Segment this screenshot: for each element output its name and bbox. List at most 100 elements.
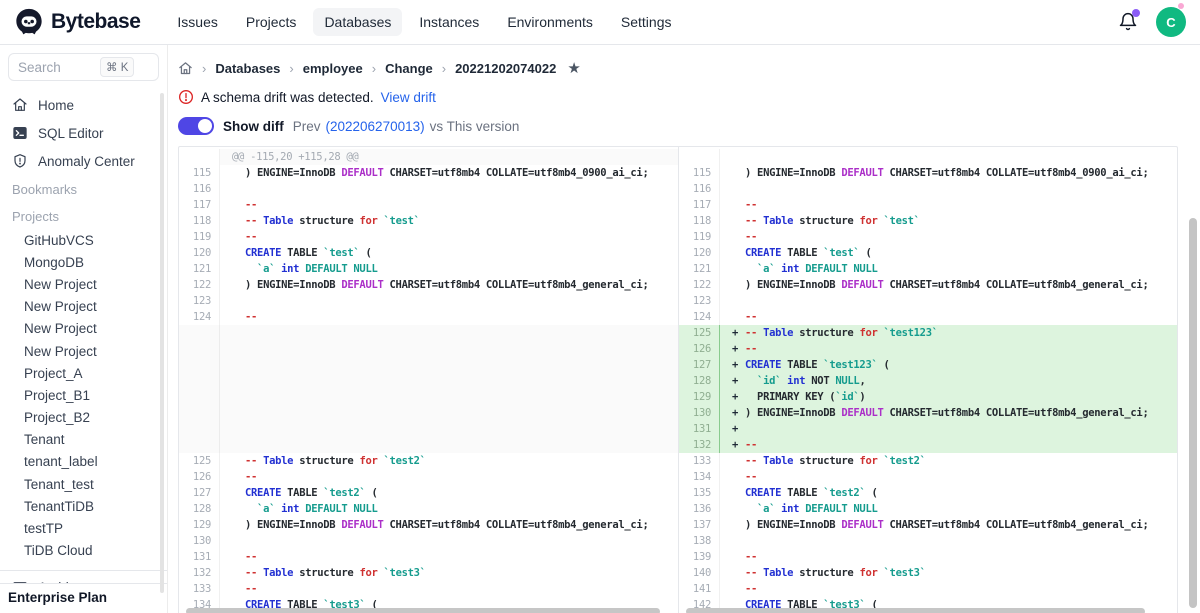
nav-item-environments[interactable]: Environments <box>496 8 604 36</box>
search-box[interactable]: ⌘ K <box>8 53 159 81</box>
project-item[interactable]: New Project <box>8 318 159 340</box>
project-item[interactable]: tenant_label <box>8 451 159 473</box>
sidebar-section-bookmarks: Bookmarks <box>8 177 159 202</box>
project-item[interactable]: TiDB Cloud <box>8 540 159 562</box>
breadcrumb-separator: › <box>202 61 206 76</box>
code-cell: -- <box>719 581 1177 597</box>
breadcrumb-item[interactable]: 20221202074022 <box>455 61 556 76</box>
line-number <box>179 325 219 341</box>
code-cell: ) ENGINE=InnoDB DEFAULT CHARSET=utf8mb4 … <box>719 517 1177 533</box>
line-number <box>179 405 219 421</box>
diff-marker: + <box>732 389 745 405</box>
line-number: 129 <box>179 517 219 533</box>
line-number: 139 <box>679 549 719 565</box>
right-horizontal-scrollbar[interactable] <box>686 608 1145 613</box>
home-icon[interactable] <box>178 61 193 76</box>
line-number: 118 <box>179 213 219 229</box>
diff-line: 130+) ENGINE=InnoDB DEFAULT CHARSET=utf8… <box>679 405 1177 421</box>
diff-marker <box>732 501 745 517</box>
code-cell: + `id` int NOT NULL, <box>719 373 1177 389</box>
sidebar-item-home[interactable]: Home <box>8 91 159 119</box>
line-number: 126 <box>679 341 719 357</box>
code-cell: +-- Table structure for `test123` <box>719 325 1177 341</box>
diff-line: 115 ) ENGINE=InnoDB DEFAULT CHARSET=utf8… <box>679 165 1177 181</box>
project-item[interactable]: Project_B1 <box>8 384 159 406</box>
nav-item-databases[interactable]: Databases <box>313 8 402 36</box>
search-input[interactable] <box>18 60 96 75</box>
project-item[interactable]: New Project <box>8 273 159 295</box>
diff-marker <box>732 581 745 597</box>
breadcrumb-item[interactable]: Databases <box>215 61 280 76</box>
diff-line: 141 -- <box>679 581 1177 597</box>
diff-line: 121 `a` int DEFAULT NULL <box>179 261 678 277</box>
project-item[interactable]: Tenant <box>8 429 159 451</box>
code-cell: +) ENGINE=InnoDB DEFAULT CHARSET=utf8mb4… <box>719 405 1177 421</box>
code-cell <box>219 405 678 421</box>
bytebase-logo-icon <box>14 7 44 37</box>
diff-line: 129+ PRIMARY KEY (`id`) <box>679 389 1177 405</box>
sidebar-item-anomaly-center[interactable]: Anomaly Center <box>8 147 159 175</box>
notification-bell-button[interactable] <box>1118 12 1138 32</box>
diff-line: 118 -- Table structure for `test` <box>179 213 678 229</box>
code-cell: `a` int DEFAULT NULL <box>219 501 678 517</box>
diff-right-column: 115 ) ENGINE=InnoDB DEFAULT CHARSET=utf8… <box>678 147 1177 613</box>
diff-line: 121 `a` int DEFAULT NULL <box>679 261 1177 277</box>
breadcrumb-separator: › <box>372 61 376 76</box>
show-diff-toggle[interactable] <box>178 117 214 135</box>
bytebase-logo[interactable]: Bytebase <box>14 7 140 37</box>
nav-item-issues[interactable]: Issues <box>166 8 228 36</box>
diff-marker <box>232 533 245 549</box>
nav-item-projects[interactable]: Projects <box>235 8 308 36</box>
line-number <box>179 149 219 165</box>
code-cell: -- Table structure for `test2` <box>719 453 1177 469</box>
project-item[interactable]: GitHubVCS <box>8 229 159 251</box>
code-cell: -- Table structure for `test3` <box>219 565 678 581</box>
code-cell: -- <box>219 581 678 597</box>
main-content: ›Databases›employee›Change›2022120207402… <box>168 45 1200 613</box>
line-number <box>179 421 219 437</box>
project-item[interactable]: TenantTiDB <box>8 495 159 517</box>
code-cell: -- <box>719 309 1177 325</box>
diff-marker <box>732 533 745 549</box>
line-number: 134 <box>679 469 719 485</box>
project-item[interactable]: New Project <box>8 296 159 318</box>
diff-marker: + <box>732 405 745 421</box>
diff-marker <box>232 197 245 213</box>
diff-marker <box>232 293 245 309</box>
nav-item-settings[interactable]: Settings <box>610 8 683 36</box>
code-cell: -- <box>719 549 1177 565</box>
code-cell: + <box>719 421 1177 437</box>
line-number: 119 <box>679 229 719 245</box>
search-shortcut-badge: ⌘ K <box>100 57 134 77</box>
project-item[interactable]: testTP <box>8 517 159 539</box>
prev-version-link[interactable]: (202206270013) <box>326 119 425 134</box>
project-item[interactable]: Project_B2 <box>8 407 159 429</box>
diff-line: 140 -- Table structure for `test3` <box>679 565 1177 581</box>
bookmark-star-icon[interactable]: ★ <box>567 59 580 77</box>
code-cell: ) ENGINE=InnoDB DEFAULT CHARSET=utf8mb4 … <box>219 517 678 533</box>
schema-drift-alert: A schema drift was detected. View drift <box>178 87 1178 107</box>
code-cell <box>219 341 678 357</box>
project-item[interactable]: MongoDB <box>8 251 159 273</box>
diff-left-column: @@ -115,20 +115,28 @@115 ) ENGINE=InnoDB… <box>179 147 678 613</box>
line-number: 141 <box>679 581 719 597</box>
project-item[interactable]: New Project <box>8 340 159 362</box>
page-vertical-scrollbar[interactable] <box>1189 218 1197 608</box>
code-cell: + PRIMARY KEY (`id`) <box>719 389 1177 405</box>
sidebar-item-sql-editor[interactable]: SQL Editor <box>8 119 159 147</box>
diff-line: 116 <box>179 181 678 197</box>
diff-line: 128+ `id` int NOT NULL, <box>679 373 1177 389</box>
left-horizontal-scrollbar[interactable] <box>186 608 660 613</box>
breadcrumb-item[interactable]: employee <box>303 61 363 76</box>
line-number <box>179 437 219 453</box>
diff-marker <box>232 517 245 533</box>
sidebar-scrollbar[interactable] <box>160 93 164 593</box>
user-avatar[interactable]: C <box>1156 7 1186 37</box>
view-drift-link[interactable]: View drift <box>381 90 436 105</box>
project-item[interactable]: Tenant_test <box>8 473 159 495</box>
project-item[interactable]: Project_A <box>8 362 159 384</box>
diff-line <box>179 389 678 405</box>
line-number: 116 <box>179 181 219 197</box>
breadcrumb-item[interactable]: Change <box>385 61 433 76</box>
nav-item-instances[interactable]: Instances <box>408 8 490 36</box>
